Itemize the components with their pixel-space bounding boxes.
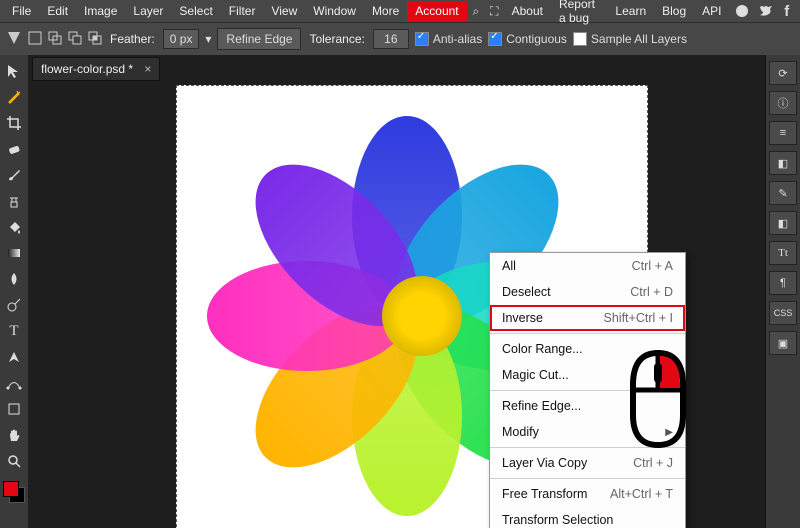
tool-dodge[interactable] bbox=[2, 293, 26, 317]
ctx-label: Free Transform bbox=[502, 487, 587, 501]
tool-move[interactable] bbox=[2, 59, 26, 83]
link-about[interactable]: About bbox=[504, 1, 551, 21]
tool-brush[interactable] bbox=[2, 163, 26, 187]
ctx-label: Modify bbox=[502, 425, 539, 439]
facebook-icon[interactable]: f bbox=[782, 2, 792, 20]
contiguous-label: Contiguous bbox=[506, 32, 567, 46]
tool-bucket[interactable] bbox=[2, 215, 26, 239]
panel-swatches[interactable]: ◧ bbox=[769, 151, 797, 175]
menubar: File Edit Image Layer Select Filter View… bbox=[0, 0, 800, 22]
ctx-label: Refine Edge... bbox=[502, 399, 581, 413]
tolerance-label: Tolerance: bbox=[307, 32, 366, 46]
antialias-label: Anti-alias bbox=[433, 32, 482, 46]
tool-type[interactable]: T bbox=[2, 319, 26, 343]
menu-layer[interactable]: Layer bbox=[125, 1, 171, 21]
tool-preset-icon[interactable] bbox=[6, 30, 22, 49]
sel-new-icon[interactable] bbox=[28, 31, 42, 48]
panel-paragraph[interactable]: ¶ bbox=[769, 271, 797, 295]
link-learn[interactable]: Learn bbox=[607, 1, 654, 21]
tool-clone[interactable] bbox=[2, 189, 26, 213]
ctx-label: Layer Via Copy bbox=[502, 456, 587, 470]
menu-select[interactable]: Select bbox=[171, 1, 220, 21]
ctx-label: Deselect bbox=[502, 285, 551, 299]
antialias-checkbox[interactable] bbox=[415, 32, 429, 46]
menu-edit[interactable]: Edit bbox=[39, 1, 76, 21]
panel-image[interactable]: ▣ bbox=[769, 331, 797, 355]
sample-all-label: Sample All Layers bbox=[591, 32, 687, 46]
menu-view[interactable]: View bbox=[263, 1, 305, 21]
link-report-bug[interactable]: Report a bug bbox=[551, 0, 607, 28]
document-title: flower-color.psd * bbox=[41, 62, 133, 76]
menu-file[interactable]: File bbox=[4, 1, 39, 21]
mouse-right-click-icon bbox=[618, 345, 698, 458]
tool-gradient[interactable] bbox=[2, 241, 26, 265]
stage[interactable]: flower-color.psd * × All Ctrl + A Deselect… bbox=[28, 55, 765, 528]
ctx-shortcut: Ctrl + J bbox=[633, 456, 673, 470]
tool-hand[interactable] bbox=[2, 423, 26, 447]
panel-type[interactable]: Tt bbox=[769, 241, 797, 265]
menu-filter[interactable]: Filter bbox=[221, 1, 264, 21]
link-blog[interactable]: Blog bbox=[654, 1, 694, 21]
search-icon[interactable]: ⌕ bbox=[471, 2, 481, 20]
reddit-icon[interactable] bbox=[734, 2, 750, 20]
tool-wand[interactable] bbox=[2, 85, 26, 109]
tool-eraser[interactable] bbox=[2, 137, 26, 161]
color-swatch[interactable] bbox=[3, 481, 25, 503]
right-panel: ⟳ ⓘ ≡ ◧ ✎ ◧ Tt ¶ CSS ▣ bbox=[765, 55, 800, 528]
feather-input[interactable]: 0 px bbox=[163, 29, 200, 49]
ctx-label: All bbox=[502, 259, 516, 273]
ctx-deselect[interactable]: Deselect Ctrl + D bbox=[490, 279, 685, 305]
ctx-inverse[interactable]: Inverse Shift+Ctrl + I bbox=[490, 305, 685, 331]
panel-layers[interactable]: ◧ bbox=[769, 211, 797, 235]
close-tab-icon[interactable]: × bbox=[144, 62, 151, 76]
ctx-label: Transform Selection bbox=[502, 513, 613, 527]
tools-panel: T bbox=[0, 55, 28, 528]
tool-shape[interactable] bbox=[2, 397, 26, 421]
ctx-shortcut: Ctrl + D bbox=[630, 285, 673, 299]
tool-blur[interactable] bbox=[2, 267, 26, 291]
link-api[interactable]: API bbox=[694, 1, 729, 21]
ctx-transform-selection[interactable]: Transform Selection bbox=[490, 507, 685, 528]
sel-int-icon[interactable] bbox=[88, 31, 102, 48]
tool-pen[interactable] bbox=[2, 345, 26, 369]
tool-zoom[interactable] bbox=[2, 449, 26, 473]
tool-path[interactable] bbox=[2, 371, 26, 395]
sample-all-checkbox[interactable] bbox=[573, 32, 587, 46]
ctx-all[interactable]: All Ctrl + A bbox=[490, 253, 685, 279]
document-tab[interactable]: flower-color.psd * × bbox=[32, 57, 160, 81]
feather-label: Feather: bbox=[108, 32, 157, 46]
ctx-shortcut: Ctrl + A bbox=[632, 259, 673, 273]
sel-sub-icon[interactable] bbox=[68, 31, 82, 48]
panel-css[interactable]: CSS bbox=[769, 301, 797, 325]
menu-image[interactable]: Image bbox=[76, 1, 125, 21]
feather-dropdown-icon[interactable]: ▾ bbox=[205, 32, 211, 46]
panel-brush[interactable]: ✎ bbox=[769, 181, 797, 205]
ctx-free-transform[interactable]: Free Transform Alt+Ctrl + T bbox=[490, 481, 685, 507]
sel-add-icon[interactable] bbox=[48, 31, 62, 48]
ctx-shortcut: Shift+Ctrl + I bbox=[604, 311, 673, 325]
contiguous-checkbox[interactable] bbox=[488, 32, 502, 46]
options-bar: Feather: 0 px ▾ Refine Edge Tolerance: 1… bbox=[0, 22, 800, 55]
ctx-label: Color Range... bbox=[502, 342, 583, 356]
panel-adjust[interactable]: ≡ bbox=[769, 121, 797, 145]
tool-crop[interactable] bbox=[2, 111, 26, 135]
ctx-label: Inverse bbox=[502, 311, 543, 325]
fullscreen-icon[interactable]: ⛶ bbox=[489, 2, 499, 20]
panel-info[interactable]: ⓘ bbox=[769, 91, 797, 115]
menu-more[interactable]: More bbox=[364, 1, 407, 21]
panel-history[interactable]: ⟳ bbox=[769, 61, 797, 85]
twitter-icon[interactable] bbox=[758, 2, 774, 20]
menu-window[interactable]: Window bbox=[305, 1, 364, 21]
tolerance-input[interactable]: 16 bbox=[373, 29, 409, 49]
ctx-shortcut: Alt+Ctrl + T bbox=[610, 487, 673, 501]
refine-edge-button[interactable]: Refine Edge bbox=[217, 28, 301, 50]
ctx-label: Magic Cut... bbox=[502, 368, 569, 382]
menu-account[interactable]: Account bbox=[407, 1, 466, 21]
